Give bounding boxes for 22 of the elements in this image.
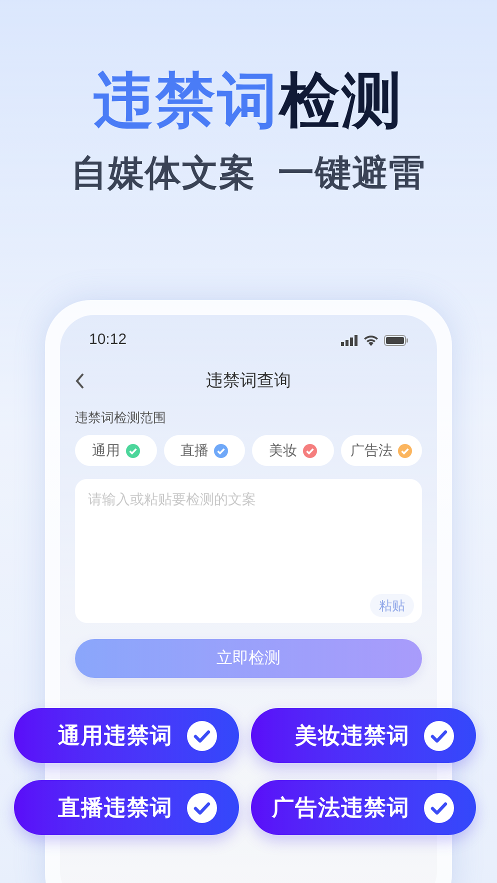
check-icon [187, 720, 217, 750]
feature-label: 直播违禁词 [58, 794, 173, 822]
check-icon [187, 792, 217, 822]
feature-label: 通用违禁词 [58, 722, 173, 750]
feature-label: 美妆违禁词 [295, 722, 410, 750]
back-icon[interactable] [75, 372, 85, 388]
status-time: 10:12 [89, 330, 127, 350]
scope-chip[interactable]: 广告法 [340, 435, 422, 466]
battery-icon [384, 334, 408, 346]
feature-label: 广告法违禁词 [272, 794, 410, 822]
headline-highlight: 违禁词 [94, 66, 280, 136]
subtitle: 自媒体文案 一键避雷 [70, 151, 426, 195]
scope-chip[interactable]: 美妆 [252, 435, 334, 466]
check-icon [424, 792, 454, 822]
signal-icon [341, 334, 358, 346]
headline-text: 检测 [280, 66, 404, 136]
section-label: 违禁词检测范围 [75, 408, 167, 426]
nav-title: 违禁词查询 [206, 370, 291, 392]
check-icon [424, 720, 454, 750]
scope-chip[interactable]: 直播 [164, 435, 245, 466]
wifi-icon [363, 334, 379, 346]
scope-chip[interactable]: 通用 [75, 435, 156, 466]
